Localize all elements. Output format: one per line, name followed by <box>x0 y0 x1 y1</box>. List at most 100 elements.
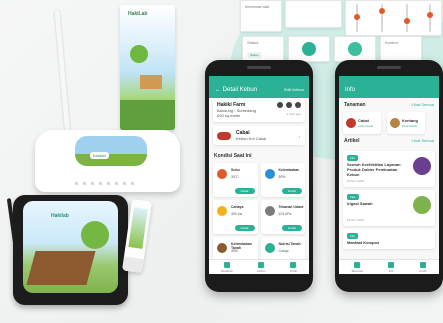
section-title: Tanaman <box>344 102 366 108</box>
sensor-card[interactable]: Tekanan Udara 101 kPa Detail <box>260 200 305 234</box>
sensor-card[interactable]: Suhu 30°C Detail <box>213 163 258 197</box>
article-date: 18 Nov 2020 <box>347 218 365 222</box>
slider-3[interactable] <box>404 4 410 32</box>
field-illustration <box>75 154 147 166</box>
router-logo: hakilab <box>90 152 109 159</box>
nav-label: Profil <box>289 268 297 273</box>
plant-sub: Lihat Detail <box>402 124 418 128</box>
chevron-right-icon[interactable]: › <box>299 134 300 139</box>
sensor-title: Suhu <box>231 168 240 172</box>
app-bar-title: Info <box>345 87 356 93</box>
plant-card[interactable]: Kentang Lihat Detail <box>387 112 425 134</box>
potato-icon <box>390 118 400 128</box>
article-title: Sentuh Keefektifan Layanan Produk Dokter… <box>347 162 401 177</box>
sensor-card[interactable]: Cahaya 300 lux Detail <box>213 200 258 234</box>
delete-icon[interactable] <box>295 102 301 108</box>
sensor-title: Cahaya <box>231 205 244 209</box>
crop-card[interactable]: Cabai Kebun Kol Cabai › <box>213 126 305 145</box>
article-date: 20 Nov 2020 <box>347 179 365 183</box>
sensor-value: 60% <box>278 175 286 179</box>
router-artwork <box>75 136 147 166</box>
farm-time: 3 mins ago <box>286 112 301 116</box>
see-all-link[interactable]: Lihat Semua <box>412 138 434 143</box>
tree-illustration <box>130 45 148 63</box>
sensor-title: Nutrisi Tanah <box>278 242 301 246</box>
phone-detail-kebun: ← Detail Kebun Edit Kebun Hakiki Farm Ba… <box>205 60 313 292</box>
farm-card[interactable]: Hakiki Farm Bandung - Sumedang 600 sq me… <box>213 98 305 122</box>
mini-card-info: Informasi alat <box>240 0 282 32</box>
sensor-card[interactable]: Kelembaban 60% Detail <box>260 163 305 197</box>
tree-illustration <box>81 221 109 249</box>
farm-actions <box>274 102 301 109</box>
mini-card-status-2 <box>288 36 330 62</box>
sensor-title: Tekanan Udara <box>278 205 304 209</box>
mini-card-status-1: Status Status <box>242 36 284 62</box>
back-icon[interactable]: ← <box>215 87 221 93</box>
nav-home[interactable]: Beranda <box>351 261 363 273</box>
article-image <box>413 157 431 175</box>
plant-name: Kentang <box>402 118 418 123</box>
grass-illustration <box>120 100 175 130</box>
mini-card-label: Kontrol <box>385 40 398 45</box>
sensor-detail-button[interactable]: Detail <box>282 188 302 194</box>
mini-card-sliders <box>345 0 442 36</box>
mini-card-status-4: Kontrol <box>380 36 422 62</box>
user-icon <box>419 261 426 268</box>
sensor-title: Kelembaban <box>278 168 300 172</box>
app-bar: ← Detail Kebun Edit Kebun <box>209 82 309 98</box>
standing-banner: HakiLab <box>120 5 175 130</box>
slider-4[interactable] <box>427 4 433 32</box>
mini-card-status-3 <box>334 36 376 62</box>
section-title: Artikel <box>344 138 360 144</box>
leaf-icon <box>264 243 275 253</box>
see-all-link[interactable]: Lihat Semua <box>412 102 434 107</box>
app-bar: Info <box>339 82 439 98</box>
box-device: Hakilab <box>13 195 128 305</box>
article-card[interactable]: Info Sentuh Keefektifan Layanan Produk D… <box>343 151 435 187</box>
sensor-value: 300 lux <box>231 212 243 216</box>
bottom-nav: Beranda Info Profil <box>339 259 439 274</box>
chili-icon <box>346 118 356 128</box>
sensor-detail-button[interactable]: Detail <box>234 188 255 194</box>
thermometer-icon <box>217 169 227 179</box>
nav-label: Info <box>388 268 394 273</box>
slider-2[interactable] <box>379 4 385 32</box>
plant-card[interactable]: Cabai Lihat Detail <box>343 112 381 134</box>
share-icon[interactable] <box>277 102 283 108</box>
mini-card-button[interactable]: Status <box>247 52 262 58</box>
plant-list: Cabai Lihat Detail Kentang Lihat Detail <box>339 112 439 134</box>
sensor-detail-button[interactable]: Detail <box>282 225 302 231</box>
plant-icon <box>258 261 265 268</box>
router-device: hakilab <box>35 130 180 192</box>
info-icon <box>388 261 395 268</box>
banner-title: HakiLab <box>128 11 148 17</box>
edit-icon[interactable] <box>286 102 292 108</box>
sun-icon <box>217 206 227 216</box>
nav-profil[interactable]: Profil <box>289 261 297 273</box>
slider-1[interactable] <box>354 4 360 32</box>
phone-screen: ← Detail Kebun Edit Kebun Hakiki Farm Ba… <box>209 76 309 274</box>
toggle-icon[interactable] <box>348 42 362 56</box>
sensor-value: 101 kPa <box>278 212 292 216</box>
usb-cap <box>122 256 144 274</box>
nav-label: Profil <box>419 268 427 273</box>
nav-info[interactable]: Info <box>388 261 395 273</box>
sensor-detail-button[interactable]: Detail <box>234 225 255 231</box>
section-header: Artikel Lihat Semua <box>339 134 439 148</box>
toggle-icon[interactable] <box>302 42 316 56</box>
nav-home[interactable]: Beranda <box>221 261 233 273</box>
article-card[interactable]: Info Manfaat Kompos <box>343 229 435 249</box>
article-card[interactable]: Tips Irigasi Sawah 18 Nov 2020 <box>343 190 435 226</box>
sensor-grid: Suhu 30°C Detail Kelembaban 60% Detail Cahay… <box>213 163 305 271</box>
nav-label: Beranda <box>351 268 363 273</box>
nav-profil[interactable]: Profil <box>419 261 427 273</box>
edit-kebun-button[interactable]: Edit Kebun <box>284 82 304 98</box>
article-tag: Info <box>347 233 359 239</box>
sensor-value: 30°C <box>231 175 239 179</box>
nav-kebun[interactable]: Kebun <box>257 261 266 273</box>
article-image <box>413 196 431 214</box>
bottom-nav: Beranda Kebun Profil <box>209 259 309 274</box>
crop-sub: Kebun Kol Cabai <box>236 136 267 141</box>
mini-card-label: Status <box>247 40 259 45</box>
phone-speaker <box>247 66 271 69</box>
